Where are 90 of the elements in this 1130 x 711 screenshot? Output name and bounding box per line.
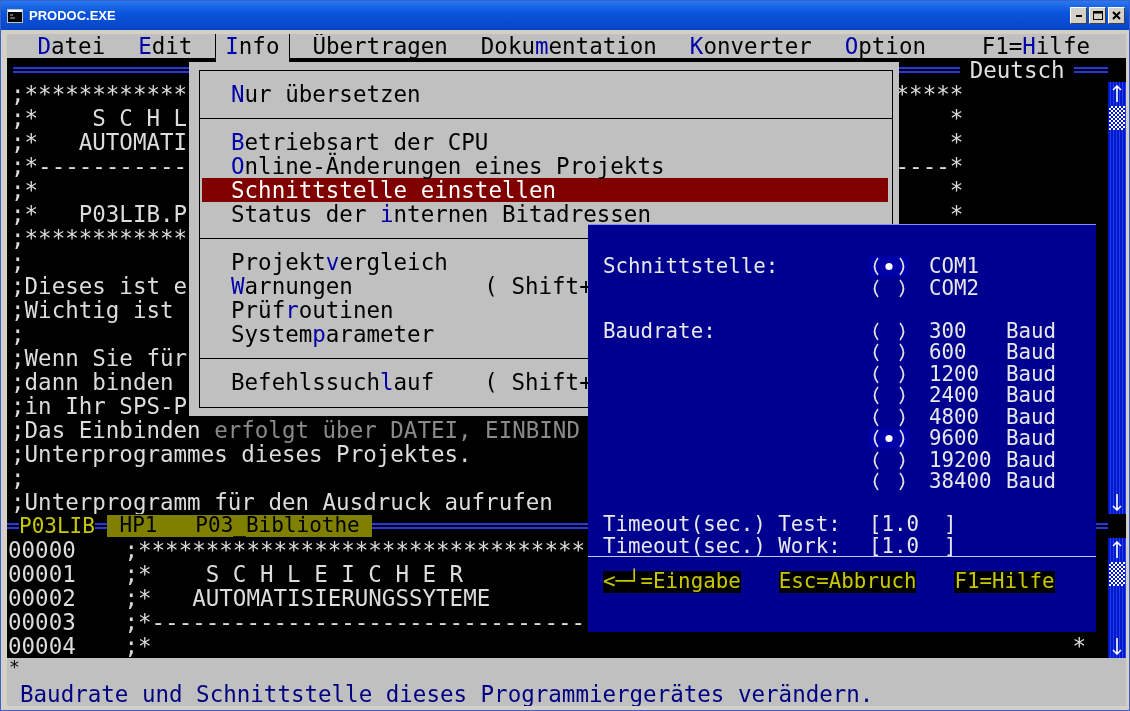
code-line: * — [949, 130, 964, 154]
close-icon — [1112, 11, 1121, 20]
radio-button[interactable] — [869, 428, 909, 450]
input-field[interactable]: [1.0 ] — [869, 535, 957, 557]
menu-item[interactable]: Nur übersetzen — [202, 82, 888, 106]
line-number: 00004 — [8, 634, 77, 658]
code-line: ----* — [895, 154, 964, 178]
unit-label: Baud — [1006, 449, 1057, 471]
code-line: ;Wenn Sie für — [11, 346, 188, 370]
code-line: * — [1072, 634, 1086, 658]
frame-line — [7, 523, 19, 529]
unit-label: Baud — [1006, 363, 1057, 385]
key-hint[interactable]: Esc=Abbruch — [778, 571, 917, 593]
scroll-thumb[interactable] — [1109, 562, 1125, 586]
code-line: ;********************************* — [124, 538, 586, 562]
code-line: * — [949, 202, 964, 226]
option-label[interactable]: 19200 — [929, 449, 992, 471]
arrow-up-icon — [1111, 541, 1123, 559]
option-label[interactable]: 300 — [929, 320, 967, 342]
code-line: ;in Ihr SPS-P — [11, 394, 188, 418]
line-number: 00000 — [8, 538, 77, 562]
code-line: ;* — [124, 634, 152, 658]
input-field[interactable]: [1.0 ] — [869, 514, 957, 536]
code-line: ;Wichtig ist — [11, 298, 174, 322]
menu-item[interactable]: Schnittstelle einstellen — [202, 178, 888, 202]
code-line: ;* — [11, 178, 39, 202]
radio-button[interactable] — [869, 256, 909, 278]
option-label[interactable]: 38400 — [929, 471, 992, 493]
unit-label: Baud — [1006, 342, 1057, 364]
code-line: ;*----------- — [11, 154, 188, 178]
arrow-down-icon — [1111, 637, 1123, 655]
code-line: ; — [11, 466, 25, 490]
code-line: ;* S C H L E I C H E R — [124, 562, 464, 586]
code-line: ;Dieses ist e — [11, 274, 188, 298]
unit-label: Baud — [1006, 428, 1057, 450]
menu-item[interactable]: Status der internen Bitadressen — [202, 202, 888, 226]
arrow-up-icon — [1111, 85, 1123, 103]
option-label[interactable]: 2400 — [929, 385, 980, 407]
scrollbar[interactable] — [1108, 538, 1126, 658]
console-icon — [7, 8, 23, 23]
pane-tag: HP1 — [119, 515, 158, 535]
code-line: ;* P03LIB.P — [11, 202, 188, 226]
option-label[interactable]: 600 — [929, 342, 967, 364]
status-text: Baudrate und Schnittstelle dieses Programmiergerätes verändern. — [20, 681, 874, 706]
field-label: Schnittstelle: — [603, 256, 780, 278]
unit-label: Baud — [1006, 320, 1057, 342]
command-line: * — [9, 656, 20, 677]
scroll-thumb[interactable] — [1109, 106, 1125, 130]
code-line: * — [949, 106, 964, 130]
unit-label: Baud — [1006, 471, 1057, 493]
code-line: ;dann binden — [11, 370, 174, 394]
close-button[interactable] — [1108, 7, 1125, 24]
code-line: ;************ — [11, 226, 188, 250]
unit-label: Baud — [1006, 385, 1057, 407]
language-label: Deutsch — [968, 58, 1066, 82]
minimize-button[interactable] — [1070, 7, 1087, 24]
key-hint[interactable]: F1=Hilfe — [954, 571, 1055, 593]
code-line: * — [949, 178, 964, 202]
line-number: 00002 — [8, 586, 77, 610]
code-line: ;************ — [11, 82, 188, 106]
scrollbar[interactable] — [1108, 82, 1126, 514]
option-label[interactable]: COM2 — [929, 277, 980, 299]
code-line: ;* AUTOMATI — [11, 130, 188, 154]
arrow-down-icon — [1111, 493, 1123, 511]
file-name: P03LIB — [19, 515, 95, 537]
unit-label: Baud — [1006, 406, 1057, 428]
code-line: ;Unterprogrammes dieses Projektes. — [11, 442, 472, 466]
field-label: Timeout(sec.) Test: — [603, 514, 842, 536]
frame-line — [1074, 67, 1108, 73]
maximize-button[interactable] — [1089, 7, 1106, 24]
code-line: ; — [11, 322, 25, 346]
option-label[interactable]: COM1 — [929, 256, 980, 278]
option-label[interactable]: 1200 — [929, 363, 980, 385]
menu-item[interactable]: Betriebsart der CPU — [202, 130, 888, 154]
line-number: 00003 — [8, 610, 77, 634]
code-line: ;* AUTOMATISIERUNGSSYTEME — [124, 586, 491, 610]
option-label[interactable]: 4800 — [929, 406, 980, 428]
option-label[interactable]: 9600 — [929, 428, 980, 450]
maximize-icon — [1092, 11, 1103, 20]
minimize-icon — [1075, 14, 1082, 17]
window-title: PRODOC.EXE — [29, 8, 116, 23]
pane-title: P03_Bibliothe — [195, 515, 360, 535]
code-line: ***** — [895, 82, 964, 106]
code-line: ;*-------------------------------- — [124, 610, 586, 634]
code-line: ;* S C H L — [11, 106, 188, 130]
code-line: ; — [11, 250, 25, 274]
field-label: Timeout(sec.) Work: — [603, 535, 842, 557]
line-number: 00001 — [8, 562, 77, 586]
field-label: Baudrate: — [603, 320, 717, 342]
help-hint: F1=Hilfe — [981, 34, 1090, 58]
